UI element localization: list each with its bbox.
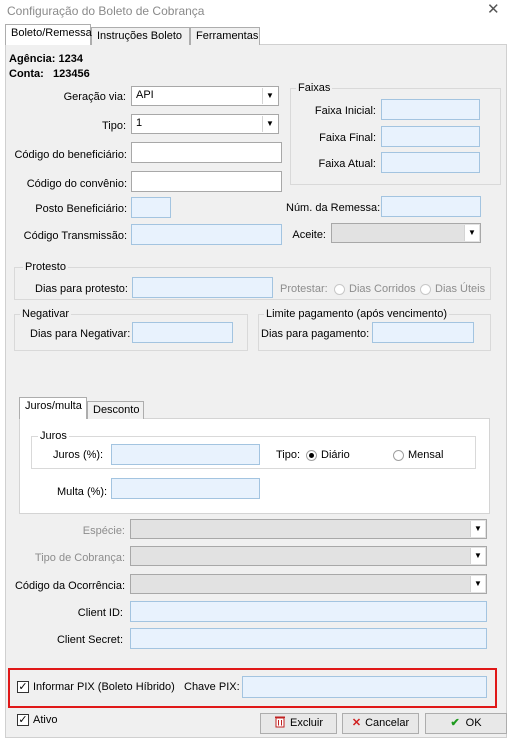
codigo-transmissao-input[interactable] bbox=[131, 224, 282, 245]
tipo-cobranca-label: Tipo de Cobrança: bbox=[34, 552, 125, 564]
posto-beneficiario-label: Posto Beneficiário: bbox=[35, 203, 127, 215]
multa-label: Multa (%): bbox=[57, 486, 108, 498]
codigo-convenio-input[interactable] bbox=[131, 171, 282, 192]
faixa-final-label: Faixa Final: bbox=[319, 132, 376, 144]
negativar-title: Negativar bbox=[20, 308, 72, 320]
excluir-label: Excluir bbox=[289, 717, 323, 729]
juros-tipo-label: Tipo: bbox=[276, 449, 301, 461]
geracao-via-label: Geração via: bbox=[63, 91, 126, 103]
especie-label: Espécie: bbox=[82, 525, 125, 537]
faixas-title: Faixas bbox=[296, 82, 333, 94]
mensal-radio[interactable] bbox=[393, 450, 404, 461]
ativo-label: Ativo bbox=[33, 714, 58, 726]
ok-button[interactable]: ✔ OK bbox=[425, 713, 507, 734]
diario-radio[interactable] bbox=[306, 450, 317, 461]
tab-juros-multa[interactable]: Juros/multa bbox=[19, 397, 87, 419]
ok-check-icon: ✔ bbox=[450, 717, 460, 729]
dias-corridos-label: Dias Corridos bbox=[349, 283, 416, 295]
close-icon[interactable]: ✕ bbox=[487, 2, 500, 18]
faixa-inicial-label: Faixa Inicial: bbox=[314, 105, 376, 117]
geracao-via-select[interactable]: API ▼ bbox=[131, 86, 279, 106]
ok-label: OK bbox=[465, 717, 482, 729]
juros-label: Juros (%): bbox=[53, 449, 104, 461]
informar-pix-label: Informar PIX (Boleto Híbrido) bbox=[33, 681, 175, 693]
dias-uteis-label: Dias Úteis bbox=[435, 283, 486, 295]
num-remessa-input[interactable] bbox=[381, 196, 481, 217]
checkmark-icon: ✓ bbox=[18, 714, 28, 726]
conta-label: Conta: bbox=[9, 68, 44, 80]
num-remessa-label: Núm. da Remessa: bbox=[286, 202, 381, 214]
dias-pagamento-label: Dias para pagamento: bbox=[261, 328, 370, 340]
chevron-down-icon: ▼ bbox=[262, 88, 277, 104]
dias-negativar-input[interactable] bbox=[132, 322, 233, 343]
chave-pix-input[interactable] bbox=[242, 676, 487, 698]
chevron-down-icon: ▼ bbox=[470, 576, 485, 592]
conta-value: 123456 bbox=[53, 68, 90, 80]
cancel-x-icon: ✕ bbox=[351, 717, 362, 729]
faixa-atual-input[interactable] bbox=[381, 152, 480, 173]
tipo-value: 1 bbox=[136, 117, 143, 129]
dias-negativar-label: Dias para Negativar: bbox=[30, 328, 131, 340]
codigo-beneficiario-input[interactable] bbox=[131, 142, 282, 163]
protesto-title: Protesto bbox=[23, 261, 68, 273]
limite-title: Limite pagamento (após vencimento) bbox=[264, 308, 449, 320]
geracao-via-value: API bbox=[136, 89, 154, 101]
cancelar-label: Cancelar bbox=[365, 717, 410, 729]
excluir-button[interactable]: Excluir bbox=[260, 713, 337, 734]
client-id-input[interactable] bbox=[130, 601, 487, 622]
agencia-label: Agência: 1234 bbox=[9, 53, 83, 65]
client-id-label: Client ID: bbox=[77, 607, 123, 619]
tab-desconto[interactable]: Desconto bbox=[87, 401, 144, 419]
posto-beneficiario-input[interactable] bbox=[131, 197, 171, 218]
tab-ferramentas[interactable]: Ferramentas bbox=[190, 27, 260, 45]
ativo-checkbox[interactable]: ✓ bbox=[17, 714, 29, 726]
chevron-down-icon: ▼ bbox=[470, 521, 485, 537]
chevron-down-icon: ▼ bbox=[464, 225, 479, 241]
checkmark-icon: ✓ bbox=[18, 681, 28, 693]
tipo-label: Tipo: bbox=[101, 120, 126, 132]
dias-pagamento-input[interactable] bbox=[372, 322, 474, 343]
aceite-label: Aceite: bbox=[292, 229, 326, 241]
codigo-beneficiario-label: Código do beneficiário: bbox=[14, 149, 127, 161]
tab-boleto-remessa[interactable]: Boleto/Remessa bbox=[5, 24, 92, 45]
window-title: Configuração do Boleto de Cobrança bbox=[7, 4, 205, 18]
aceite-select[interactable]: ▼ bbox=[331, 223, 481, 243]
juros-input[interactable] bbox=[111, 444, 260, 465]
codigo-transmissao-label: Código Transmissão: bbox=[23, 230, 127, 242]
informar-pix-checkbox[interactable]: ✓ bbox=[17, 681, 29, 693]
codigo-convenio-label: Código do convênio: bbox=[26, 178, 127, 190]
faixa-atual-label: Faixa Atual: bbox=[318, 158, 376, 170]
diario-label: Diário bbox=[321, 449, 350, 461]
faixa-inicial-input[interactable] bbox=[381, 99, 480, 120]
dias-uteis-radio[interactable] bbox=[420, 284, 431, 295]
dias-protesto-input[interactable] bbox=[132, 277, 273, 298]
codigo-ocorrencia-label: Código da Ocorrência: bbox=[14, 580, 125, 592]
chevron-down-icon: ▼ bbox=[262, 116, 277, 132]
tab-instrucoes-boleto[interactable]: Instruções Boleto bbox=[91, 27, 190, 45]
client-secret-input[interactable] bbox=[130, 628, 487, 649]
protestar-label: Protestar: bbox=[280, 283, 328, 295]
tipo-cobranca-select[interactable]: ▼ bbox=[130, 546, 487, 566]
client-secret-label: Client Secret: bbox=[56, 634, 123, 646]
faixa-final-input[interactable] bbox=[381, 126, 480, 147]
mensal-label: Mensal bbox=[408, 449, 444, 461]
chevron-down-icon: ▼ bbox=[470, 548, 485, 564]
chave-pix-label: Chave PIX: bbox=[184, 681, 240, 693]
trash-icon bbox=[274, 716, 285, 728]
tipo-select[interactable]: 1 ▼ bbox=[131, 114, 279, 134]
especie-select[interactable]: ▼ bbox=[130, 519, 487, 539]
dias-protesto-label: Dias para protesto: bbox=[35, 283, 128, 295]
codigo-ocorrencia-select[interactable]: ▼ bbox=[130, 574, 487, 594]
juros-title: Juros bbox=[38, 430, 69, 442]
dias-corridos-radio[interactable] bbox=[334, 284, 345, 295]
multa-input[interactable] bbox=[111, 478, 260, 499]
cancelar-button[interactable]: ✕ Cancelar bbox=[342, 713, 419, 734]
